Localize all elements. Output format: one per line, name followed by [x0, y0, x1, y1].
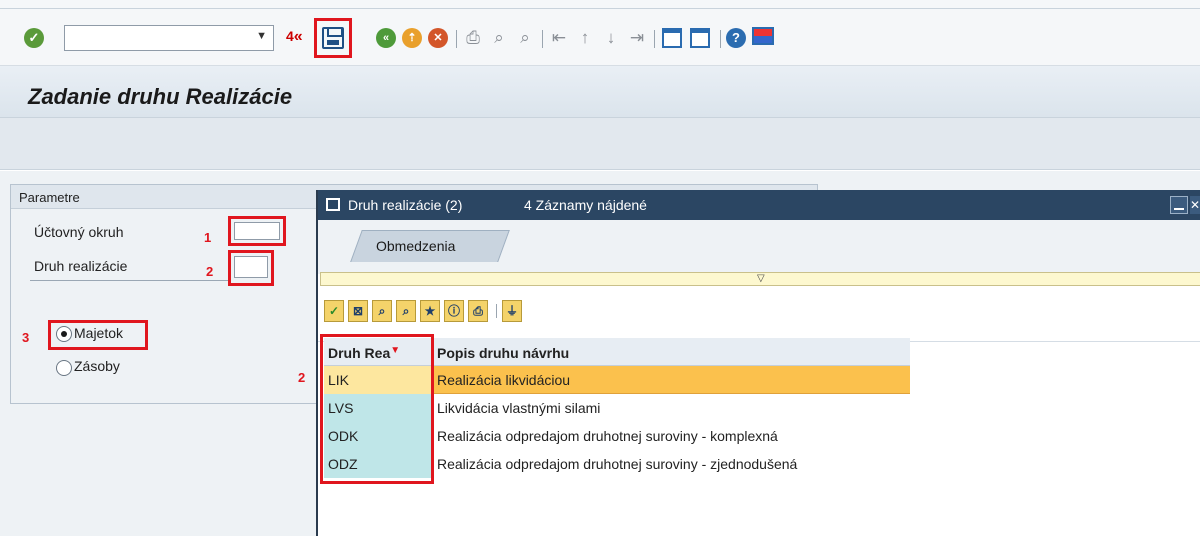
- annotation-2-grid: 2: [298, 370, 306, 385]
- toolbar-separator: [496, 304, 497, 318]
- screen-title-bar: Zadanie druhu Realizácie: [0, 66, 1200, 118]
- filter-icon[interactable]: ⏚: [502, 300, 522, 322]
- print-icon[interactable]: ⎙: [462, 26, 484, 50]
- page-title: Zadanie druhu Realizácie: [28, 84, 293, 109]
- first-page-icon[interactable]: ⇤: [548, 26, 570, 50]
- annotation-3: 3: [22, 330, 30, 345]
- exit-icon[interactable]: ⇡: [402, 28, 422, 48]
- next-page-icon[interactable]: ↓: [600, 26, 622, 50]
- restrictions-toggle-bar[interactable]: ▽: [320, 272, 1200, 286]
- back-icon[interactable]: «: [376, 28, 396, 48]
- toolbar-divider: [0, 8, 1200, 9]
- dialog-title: Druh realizácie (2): [348, 197, 463, 213]
- records-found: 4 Záznamy nájdené: [524, 197, 647, 213]
- ok-icon[interactable]: ✓: [324, 300, 344, 322]
- find-next-icon[interactable]: ⌕: [396, 300, 416, 322]
- dialog-title-bar: Druh realizácie (2) 4 Záznamy nájdené ✕: [318, 190, 1200, 220]
- add-favorite-icon[interactable]: ★: [420, 300, 440, 322]
- realization-type-input[interactable]: [234, 256, 268, 278]
- panel-title: Parametre: [19, 190, 80, 205]
- info-icon[interactable]: ⓘ: [444, 300, 464, 322]
- stock-radio[interactable]: [56, 360, 72, 376]
- annotation-4: 4«: [286, 28, 303, 45]
- column-header-description[interactable]: Popis druhu návrhu: [432, 338, 910, 366]
- toolbar-separator: [654, 30, 655, 48]
- toolbar-separator: [542, 30, 543, 48]
- application-toolbar: [0, 118, 1200, 170]
- cancel-icon[interactable]: ✕: [428, 28, 448, 48]
- close-icon[interactable]: ✕: [1190, 196, 1200, 214]
- toolbar-separator: [720, 30, 721, 48]
- table-row-description[interactable]: Realizácia odpredajom druhotnej suroviny…: [432, 450, 910, 478]
- cancel-icon[interactable]: ⊠: [348, 300, 368, 322]
- tab-restrictions-label[interactable]: Obmedzenia: [376, 238, 455, 254]
- previous-page-icon[interactable]: ↑: [574, 26, 596, 50]
- dialog-toolbar: ✓ ⊠ ⌕ ⌕ ★ ⓘ ⎙ ⏚: [318, 286, 1200, 342]
- account-input[interactable]: [234, 222, 280, 240]
- last-page-icon[interactable]: ⇥: [626, 26, 648, 50]
- label-underline: [30, 280, 230, 281]
- save-button-highlight[interactable]: [314, 18, 352, 58]
- layout-menu-icon[interactable]: [752, 27, 774, 45]
- annotation-2: 2: [206, 264, 214, 279]
- table-row-description[interactable]: Realizácia likvidáciou: [432, 366, 910, 394]
- print-icon[interactable]: ⎙: [468, 300, 488, 322]
- help-icon[interactable]: ?: [726, 28, 746, 48]
- command-field[interactable]: ▼: [64, 25, 274, 51]
- system-toolbar: ✓ ▼ 4« « ⇡ ✕ ⎙ ⌕ ⌕ ⇤ ↑ ↓ ⇥ ?: [0, 0, 1200, 66]
- new-session-icon[interactable]: [662, 28, 682, 48]
- find-next-icon[interactable]: ⌕: [514, 26, 536, 50]
- code-column-highlight: [320, 334, 434, 484]
- toolbar-separator: [456, 30, 457, 48]
- stock-radio-label[interactable]: Zásoby: [74, 358, 120, 374]
- asset-radio[interactable]: [56, 326, 72, 342]
- asset-radio-label[interactable]: Majetok: [74, 325, 123, 341]
- minimize-icon[interactable]: [1170, 196, 1188, 214]
- annotation-1: 1: [204, 230, 212, 245]
- find-icon[interactable]: ⌕: [372, 300, 392, 322]
- shortcut-icon[interactable]: [690, 28, 710, 48]
- table-row-description[interactable]: Likvidácia vlastnými silami: [432, 394, 910, 422]
- expand-icon[interactable]: ▽: [757, 273, 765, 284]
- dialog-tab-strip: Obmedzenia: [318, 220, 1200, 274]
- save-icon[interactable]: [322, 27, 344, 49]
- dialog-icon: [326, 198, 340, 211]
- table-row-description[interactable]: Realizácia odpredajom druhotnej suroviny…: [432, 422, 910, 450]
- find-icon[interactable]: ⌕: [488, 26, 510, 50]
- realization-type-label: Druh realizácie: [34, 258, 128, 274]
- account-label: Účtovný okruh: [34, 224, 124, 240]
- enter-check-icon[interactable]: ✓: [24, 28, 44, 48]
- dropdown-arrow-icon[interactable]: ▼: [256, 30, 267, 42]
